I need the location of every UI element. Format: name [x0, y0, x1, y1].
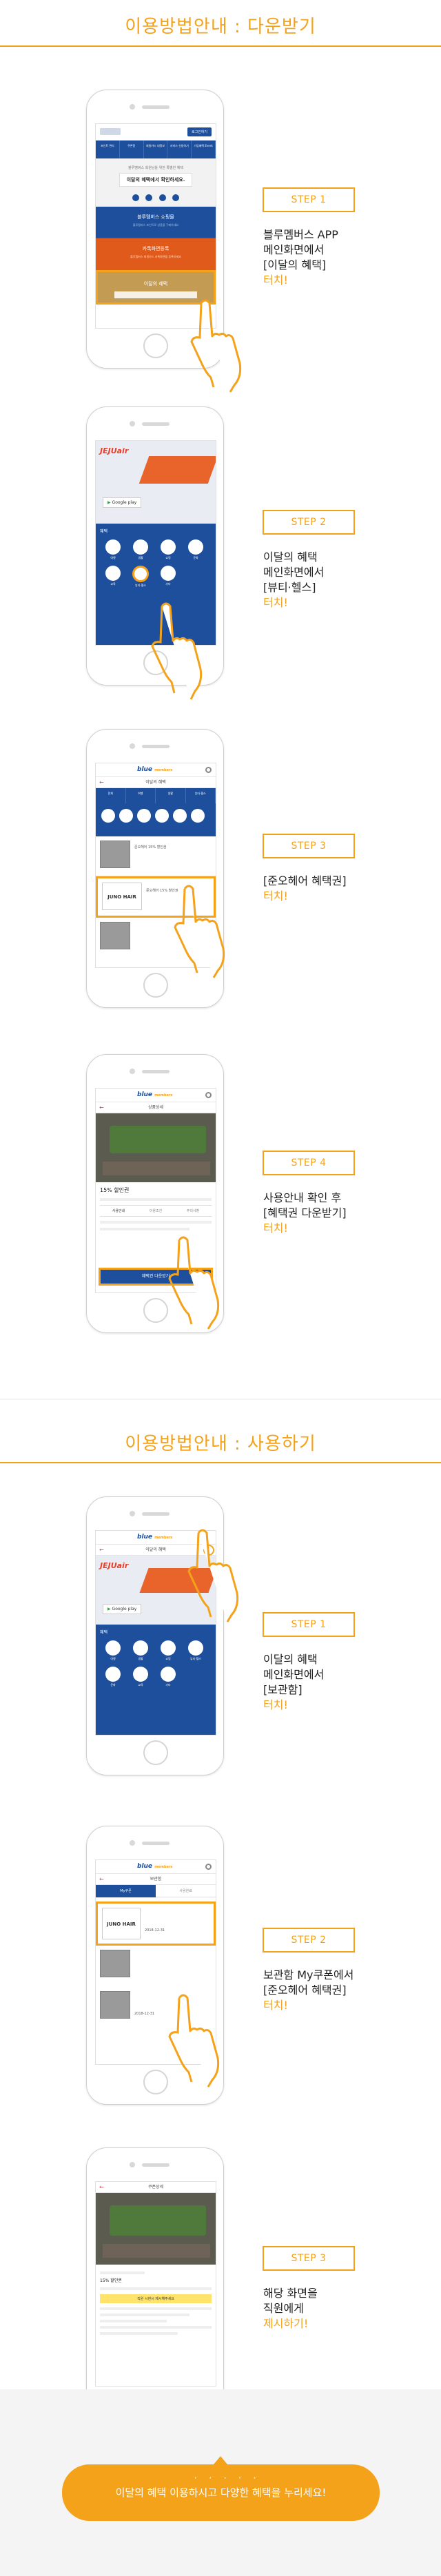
- category-education[interactable]: 교육: [103, 566, 123, 588]
- promo-area: 블루멤버스 회원님을 위한 특별한 혜택 이달의 혜택에서 확인하세요.: [96, 158, 216, 207]
- benefit-banner: JEJUair ▶ Google play: [96, 441, 216, 524]
- step-text-use-3: 해당 화면을 직원에게 제시하기!: [263, 2287, 318, 2330]
- back-icon[interactable]: ←: [99, 1874, 104, 1885]
- hand-pointer-icon: [174, 885, 225, 978]
- category-header: 혜택: [100, 529, 108, 534]
- screen-title: 이달의 혜택: [145, 780, 166, 785]
- category-grid: 혜택 여행 생활 쇼핑 뷰티·헬스 문화 교육 기타: [96, 1625, 216, 1735]
- menu-shopping-sub: 블루멤버스 포인트로 상품을 구매하세요: [132, 223, 179, 227]
- salon-photo: [96, 2193, 216, 2265]
- login-button[interactable]: 로그인하기: [187, 127, 212, 136]
- hand-pointer-icon: [187, 1529, 239, 1622]
- step-text-use-2: 보관함 My쿠폰에서 [준오헤어 혜택권] 터치!: [263, 1968, 354, 2012]
- step-label-download-4: STEP 4: [263, 1151, 355, 1175]
- detail-body: 15% 할인권 사용안내 이용조건 주의사항: [96, 1182, 216, 1239]
- jejuair-logo: JEJUair: [100, 446, 129, 455]
- juno-hair-logo: JUNO HAIR: [102, 883, 142, 910]
- step-label-use-3: STEP 3: [263, 2246, 355, 2271]
- coupon-body: 15% 할인권 직원 시현시 제시해주세요: [96, 2265, 216, 2342]
- list-item[interactable]: 준오헤어 15% 할인권: [96, 836, 216, 876]
- tab-life[interactable]: 생활: [156, 788, 186, 803]
- back-icon[interactable]: ←: [99, 2182, 104, 2193]
- hand-pointer-icon: [190, 299, 242, 393]
- detail-tabs: 사용안내 이용조건 주의사항: [100, 1205, 212, 1217]
- coupon-detail-screen: ← 쿠폰상세 15% 할인권 직원 시현시 제시해주세요: [95, 2181, 216, 2387]
- google-play-badge: ▶ Google play: [103, 497, 142, 508]
- coupon-date: 2018-12-31: [145, 1928, 165, 1933]
- settings-icon[interactable]: [205, 767, 212, 773]
- category-icons: [96, 803, 216, 836]
- settings-icon[interactable]: [205, 1092, 212, 1098]
- tab-my-coupon[interactable]: My쿠폰: [96, 1885, 156, 1897]
- coupon-item-juno-hair[interactable]: JUNO HAIR 2018-12-31: [96, 1902, 216, 1946]
- google-play-badge: ▶ Google play: [103, 1604, 142, 1614]
- banner-tip: [214, 2456, 227, 2464]
- category-shopping[interactable]: 쇼핑: [158, 539, 178, 560]
- phone-home-button: [143, 333, 168, 358]
- menu-shopping[interactable]: 블루멤버스 쇼핑몰 블루멤버스 포인트로 상품을 구매하세요: [96, 207, 216, 238]
- category-etc[interactable]: 기타: [158, 566, 178, 588]
- menu-register-title: 카톡화면등록: [142, 246, 170, 251]
- app-logo: [100, 128, 121, 135]
- nav-service[interactable]: 서비스 신청하기: [167, 141, 192, 158]
- category-beauty-health[interactable]: 뷰티·헬스: [130, 566, 151, 588]
- step-label-download-3: STEP 3: [263, 834, 355, 858]
- tab-travel[interactable]: 여행: [126, 788, 156, 803]
- menu-shopping-title: 블루멤버스 쇼핑몰: [137, 214, 174, 220]
- page: 이용방법안내 : 다운받기 로그인하기 포인트 관리 쿠폰함 회원카드 내정보 …: [0, 0, 441, 2576]
- menu-register[interactable]: 카톡화면등록 블루멤버스 회원카드 카톡화면을 등록하세요: [96, 238, 216, 270]
- settings-icon[interactable]: [205, 1864, 212, 1870]
- back-icon[interactable]: ←: [99, 1102, 104, 1113]
- category-culture[interactable]: 문화: [185, 539, 206, 560]
- tab-all[interactable]: 전체: [96, 788, 126, 803]
- back-icon[interactable]: ←: [99, 1545, 104, 1556]
- phone-camera: [130, 104, 135, 110]
- section-title-use: 이용방법안내 : 사용하기: [125, 1434, 316, 1454]
- storage-tabs: My쿠폰 사용완료: [96, 1885, 216, 1897]
- nav-points[interactable]: 포인트 관리: [96, 141, 120, 158]
- nav-coupons[interactable]: 쿠폰함: [120, 141, 144, 158]
- section-title-download: 이용방법안내 : 다운받기: [125, 17, 316, 37]
- banner-dots: • • • • •: [194, 2476, 262, 2481]
- tab-beauty[interactable]: 뷰티·헬스: [186, 788, 216, 803]
- show-to-staff-notice: 직원 시현시 제시해주세요: [100, 2294, 212, 2303]
- play-icon: ▶: [107, 500, 111, 505]
- footer-banner: 이달의 혜택 이용하시고 다양한 혜택을 누리세요!: [62, 2464, 380, 2521]
- hand-pointer-icon: [168, 1236, 220, 1330]
- step-text-download-1: 블루멤버스 APP 메인화면에서 [이달의 혜택] 터치!: [263, 228, 338, 287]
- discount-label: 15% 할인권: [100, 1187, 130, 1193]
- nav-event[interactable]: 가입혜택 Event: [192, 141, 216, 158]
- step-text-use-1: 이달의 혜택 메인화면에서 [보관함] 터치!: [263, 1653, 325, 1711]
- phone-use-step-3: ← 쿠폰상세 15% 할인권 직원 시현시 제시해주세요: [86, 2147, 224, 2426]
- category-life[interactable]: 생활: [130, 539, 151, 560]
- step-label-download-2: STEP 2: [263, 510, 355, 535]
- section-divider: [0, 1462, 441, 1463]
- salon-photo: [96, 1113, 216, 1182]
- nav-card[interactable]: 회원카드 내정보: [144, 141, 168, 158]
- phone-speaker: [142, 105, 170, 109]
- section-divider: [0, 45, 441, 47]
- step-label-use-1: STEP 1: [263, 1612, 355, 1637]
- airplane-graphic: [139, 456, 216, 484]
- step-label-download-1: STEP 1: [263, 187, 355, 212]
- coupon-item[interactable]: [96, 1946, 216, 1987]
- step-text-download-2: 이달의 혜택 메인화면에서 [뷰티·헬스] 터치!: [263, 550, 325, 609]
- promo-title: 이달의 혜택에서 확인하세요.: [119, 173, 193, 187]
- hand-pointer-icon: [168, 1994, 220, 2088]
- promo-text: 블루멤버스 회원님을 위한 특별한 혜택: [128, 166, 183, 170]
- step-text-download-4: 사용안내 확인 후 [혜택권 다운받기] 터치!: [263, 1191, 347, 1235]
- category-travel[interactable]: 여행: [103, 539, 123, 560]
- promo-icons: [96, 191, 216, 204]
- menu-monthly-benefit-title: 이달의 혜택: [143, 281, 168, 287]
- tab-used[interactable]: 사용완료: [156, 1885, 216, 1897]
- step-label-use-2: STEP 2: [263, 1928, 355, 1952]
- list-tabs: 전체 여행 생활 뷰티·헬스: [96, 788, 216, 803]
- hand-pointer-icon: [151, 602, 203, 700]
- juno-hair-logo: JUNO HAIR: [102, 1908, 141, 1939]
- menu-register-sub: 블루멤버스 회원카드 카톡화면을 등록하세요: [130, 255, 181, 258]
- main-nav: 포인트 관리 쿠폰함 회원카드 내정보 서비스 신청하기 가입혜택 Event: [96, 141, 216, 158]
- step-text-download-3: [준오헤어 혜택권] 터치!: [263, 874, 347, 903]
- back-icon[interactable]: ←: [99, 777, 104, 788]
- discount-label: 15% 할인권: [100, 2278, 122, 2283]
